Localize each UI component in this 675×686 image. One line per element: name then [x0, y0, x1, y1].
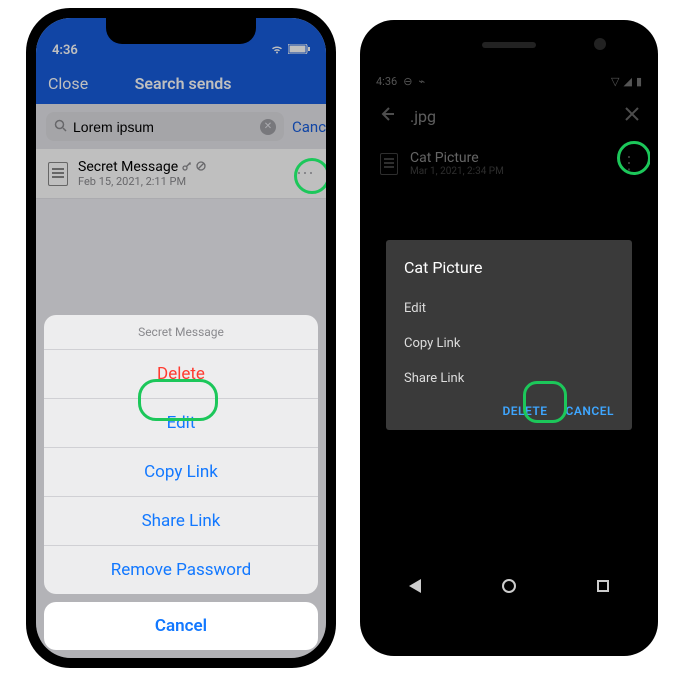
nav-back-icon[interactable] [409, 579, 421, 593]
nav-home-icon[interactable] [502, 579, 516, 593]
android-camera [594, 38, 606, 50]
options-dialog: Cat Picture Edit Copy Link Share Link DE… [386, 240, 632, 430]
cancel-button[interactable]: CANCEL [566, 404, 614, 418]
nav-recent-icon[interactable] [597, 580, 609, 592]
highlight-delete [138, 379, 218, 421]
sheet-cancel-button[interactable]: Cancel [44, 602, 318, 650]
edit-button[interactable]: Edit [404, 291, 614, 326]
dialog-title: Cat Picture [404, 258, 614, 277]
highlight-more-icon [617, 141, 650, 175]
action-sheet-title: Secret Message [44, 315, 318, 350]
android-device-frame: 4:36 ⊖ ⌁ ▽ ◢ ▮ .jpg Cat Picture Mar [360, 20, 658, 656]
copy-link-button[interactable]: Copy Link [404, 326, 614, 361]
highlight-delete [523, 381, 567, 423]
android-speaker [482, 42, 536, 48]
share-link-button[interactable]: Share Link [404, 361, 614, 396]
action-sheet-group: Secret Message Delete Edit Copy Link Sha… [44, 315, 318, 594]
remove-password-button[interactable]: Remove Password [44, 546, 318, 594]
ios-notch [106, 18, 256, 44]
highlight-more-icon [294, 158, 326, 194]
action-sheet: Secret Message Delete Edit Copy Link Sha… [44, 315, 318, 650]
android-nav-bar [368, 566, 650, 606]
android-screen: 4:36 ⊖ ⌁ ▽ ◢ ▮ .jpg Cat Picture Mar [368, 70, 650, 606]
copy-link-button[interactable]: Copy Link [44, 448, 318, 497]
ios-screen: 4:36 Close Search sends ✕ Ca [36, 18, 326, 658]
share-link-button[interactable]: Share Link [44, 497, 318, 546]
ios-device-frame: 4:36 Close Search sends ✕ Ca [26, 8, 336, 668]
